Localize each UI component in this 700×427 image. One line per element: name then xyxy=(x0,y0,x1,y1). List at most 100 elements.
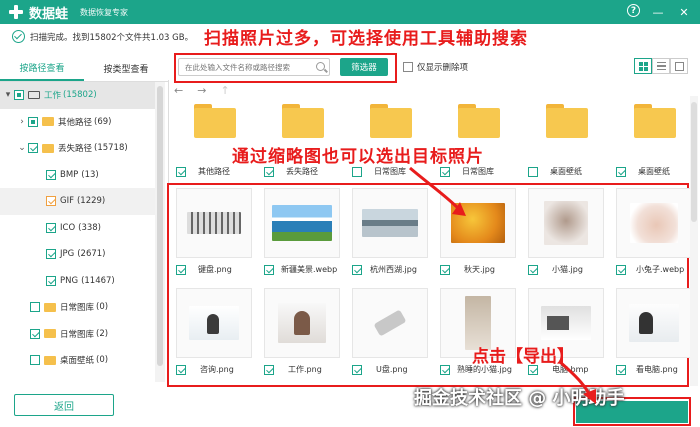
detail-view-button[interactable] xyxy=(670,58,688,74)
content-scrollbar-thumb[interactable] xyxy=(691,102,697,222)
only-deleted-label: 仅显示删除项 xyxy=(417,63,469,73)
folder-checkbox[interactable] xyxy=(176,166,186,177)
tree-checkbox[interactable] xyxy=(46,249,56,260)
tree-item-jpg[interactable]: JPG (2671) xyxy=(0,241,155,268)
cross-logo-icon xyxy=(8,4,24,20)
thumbnail-label: 工作.png xyxy=(288,365,322,374)
thumbnail-checkbox[interactable] xyxy=(176,364,186,375)
thumbnail-label: 咨询.png xyxy=(200,365,234,374)
thumbnail-checkbox[interactable] xyxy=(616,364,626,375)
folder-checkbox[interactable] xyxy=(528,166,538,177)
folder-item[interactable]: 桌面壁纸 xyxy=(612,96,697,180)
folder-checkbox[interactable] xyxy=(264,166,274,177)
filter-button[interactable]: 筛选器 xyxy=(340,58,388,76)
tree-checkbox[interactable] xyxy=(30,302,40,313)
tree-checkbox[interactable] xyxy=(46,196,56,207)
thumbnail-label: 小兔子.webp xyxy=(636,265,685,274)
thumbnail-label: 看电脑.png xyxy=(636,365,678,374)
tree-item-other-path[interactable]: › 其他路径 (69) xyxy=(0,109,155,136)
thumbnail-checkbox[interactable] xyxy=(616,264,626,275)
thumbnail-checkbox[interactable] xyxy=(264,264,274,275)
check-circle-icon xyxy=(12,30,25,43)
tree-item-gif[interactable]: GIF (1229) xyxy=(0,188,155,215)
tree-item-daily-gallery[interactable]: 日常图库 (0) xyxy=(0,294,155,321)
tree-scrollbar-thumb[interactable] xyxy=(157,86,163,366)
thumbnail-checkbox[interactable] xyxy=(352,264,362,275)
search-input[interactable] xyxy=(185,62,310,72)
tab-by-type[interactable]: 按类型查看 xyxy=(84,56,168,81)
folder-item[interactable]: 丢失路径 xyxy=(260,96,345,180)
view-mode-tabs: 按路径查看 按类型查看 xyxy=(0,56,168,82)
tree-item-lost-path[interactable]: ⌄ 丢失路径 (15718) xyxy=(0,135,155,162)
thumbnail-checkbox[interactable] xyxy=(440,264,450,275)
folder-checkbox[interactable] xyxy=(616,166,626,177)
tree-item-label: ICO xyxy=(60,222,76,233)
chevron-down-icon[interactable]: ⌄ xyxy=(16,143,28,153)
tree-checkbox[interactable] xyxy=(14,90,24,101)
thumbnail-item[interactable]: 熟睡的小猫.jpg xyxy=(436,288,521,383)
folder-checkbox[interactable] xyxy=(440,166,450,177)
thumbnail-label: U盘.png xyxy=(376,365,408,374)
search-field[interactable] xyxy=(178,58,330,76)
thumbnail-item[interactable]: 秋天.jpg xyxy=(436,188,521,283)
caret-down-icon[interactable]: ▾ xyxy=(2,90,14,100)
tree-scrollbar[interactable] xyxy=(155,82,165,382)
consult-image xyxy=(189,306,239,340)
tree-checkbox[interactable] xyxy=(28,143,38,154)
content-scrollbar[interactable] xyxy=(690,96,698,386)
tree-item-desktop-wallpaper[interactable]: 桌面壁纸 (0) xyxy=(0,347,155,374)
folder-checkbox[interactable] xyxy=(352,166,362,177)
tree-checkbox[interactable] xyxy=(30,328,40,339)
thumbnail-item[interactable]: 工作.png xyxy=(260,288,345,383)
thumbnail-checkbox[interactable] xyxy=(528,264,538,275)
list-view-button[interactable] xyxy=(652,58,670,74)
tree-item-label: BMP xyxy=(60,169,79,180)
thumbnail-checkbox[interactable] xyxy=(440,364,450,375)
thumbnail-preview xyxy=(352,188,428,258)
thumbnail-item[interactable]: 电脑.bmp xyxy=(524,288,609,383)
keyboard-image xyxy=(187,212,241,234)
scan-status: 扫描完成。找到15802个文件共1.03 GB。 xyxy=(12,30,193,43)
folder-item[interactable]: 其他路径 xyxy=(172,96,257,180)
thumbnail-item[interactable]: 杭州西湖.jpg xyxy=(348,188,433,283)
tree-item-png[interactable]: PNG (11467) xyxy=(0,268,155,295)
tree-checkbox[interactable] xyxy=(46,169,56,180)
autumn-image xyxy=(451,203,505,243)
tree-item-work[interactable]: ▾ 工作 (15802) xyxy=(0,82,155,109)
only-deleted-checkbox[interactable] xyxy=(403,62,413,72)
only-deleted-toggle[interactable]: 仅显示删除项 xyxy=(403,61,468,73)
folder-item[interactable]: 桌面壁纸 xyxy=(524,96,609,180)
tree-checkbox[interactable] xyxy=(28,116,38,127)
thumbnail-item[interactable]: U盘.png xyxy=(348,288,433,383)
tree-item-ico[interactable]: ICO (338) xyxy=(0,215,155,242)
close-icon[interactable]: ✕ xyxy=(676,4,692,20)
tree-checkbox[interactable] xyxy=(46,222,56,233)
question-icon[interactable]: ? xyxy=(627,4,640,17)
tree-checkbox[interactable] xyxy=(46,275,56,286)
thumbnail-checkbox[interactable] xyxy=(176,264,186,275)
thumbnail-label: 秋天.jpg xyxy=(464,265,495,274)
tree-item-daily-gallery-2[interactable]: 日常图库 (2) xyxy=(0,321,155,348)
tab-by-path[interactable]: 按路径查看 xyxy=(0,56,84,81)
thumbnail-item[interactable]: 看电脑.png xyxy=(612,288,697,383)
drive-icon xyxy=(28,91,40,100)
thumbnail-checkbox[interactable] xyxy=(352,364,362,375)
minimize-icon[interactable]: — xyxy=(650,4,666,20)
tree-item-label: 日常图库 xyxy=(60,329,95,340)
tree-item-bmp[interactable]: BMP (13) xyxy=(0,162,155,189)
folder-label: 日常图库 xyxy=(374,167,406,176)
thumbnail-item[interactable]: 小兔子.webp xyxy=(612,188,697,283)
folder-item[interactable]: 日常图库 xyxy=(436,96,521,180)
thumbnail-item[interactable]: 小猫.jpg xyxy=(524,188,609,283)
folder-item[interactable]: 日常图库 xyxy=(348,96,433,180)
thumbnail-item[interactable]: 键盘.png xyxy=(172,188,257,283)
grid-view-button[interactable] xyxy=(634,58,652,74)
search-icon[interactable] xyxy=(316,62,325,71)
thumbnail-item[interactable]: 新疆美景.webp xyxy=(260,188,345,283)
thumbnail-checkbox[interactable] xyxy=(264,364,274,375)
back-button[interactable]: 返回 xyxy=(14,394,114,416)
tree-checkbox[interactable] xyxy=(30,355,40,366)
chevron-right-icon[interactable]: › xyxy=(16,117,28,127)
tree-item-label: 丢失路径 xyxy=(58,144,93,155)
thumbnail-item[interactable]: 咨询.png xyxy=(172,288,257,383)
